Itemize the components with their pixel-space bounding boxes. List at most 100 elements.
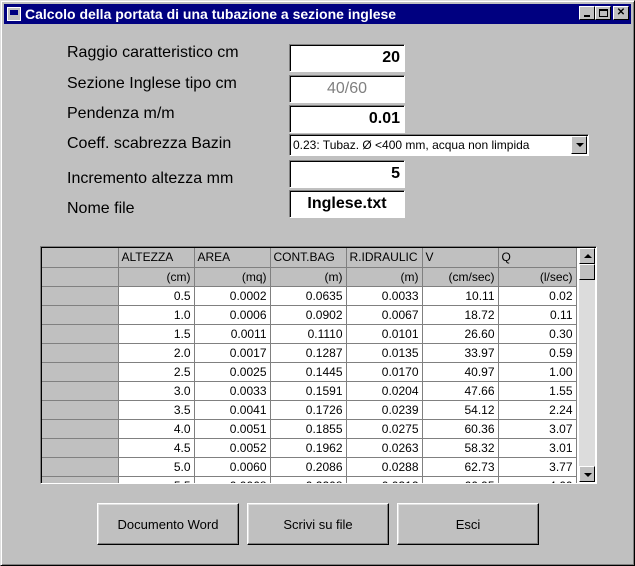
table-cell[interactable]: 0.0052 <box>194 438 271 458</box>
table-cell[interactable]: 58.32 <box>422 438 499 458</box>
col-header-q[interactable]: Q <box>498 248 577 268</box>
table-cell[interactable]: 1.5 <box>118 324 195 344</box>
table-cell[interactable]: 0.30 <box>498 324 577 344</box>
app-icon[interactable] <box>7 7 21 21</box>
table-cell[interactable]: 3.01 <box>498 438 577 458</box>
col-header-area[interactable]: AREA <box>194 248 271 268</box>
bazin-dropdown-button[interactable] <box>571 136 587 154</box>
col-header-contbag[interactable]: CONT.BAG <box>270 248 347 268</box>
nomefile-input[interactable]: Inglese.txt <box>289 190 405 218</box>
table-cell[interactable]: 62.73 <box>422 457 499 477</box>
row-header[interactable] <box>42 400 119 420</box>
save-to-file-button[interactable]: Scrivi su file <box>247 503 389 545</box>
table-cell[interactable]: 0.0263 <box>346 438 423 458</box>
table-cell[interactable]: 54.12 <box>422 400 499 420</box>
table-cell[interactable]: 2.5 <box>118 362 195 382</box>
title-bar[interactable]: Calcolo della portata di una tubazione a… <box>4 4 631 24</box>
table-cell[interactable]: 0.0067 <box>346 305 423 325</box>
row-header[interactable] <box>42 419 119 439</box>
table-cell[interactable]: 0.0275 <box>346 419 423 439</box>
table-cell[interactable]: 0.0170 <box>346 362 423 382</box>
table-cell[interactable]: 0.0204 <box>346 381 423 401</box>
pendenza-input[interactable]: 0.01 <box>289 105 405 133</box>
table-cell[interactable]: 2.0 <box>118 343 195 363</box>
table-row[interactable]: 0.5 0.0002 0.0635 0.0033 10.11 0.02 <box>42 286 577 306</box>
table-cell[interactable]: 0.0635 <box>270 286 347 306</box>
close-button[interactable]: ✕ <box>613 6 629 20</box>
table-cell[interactable]: 0.0006 <box>194 305 271 325</box>
table-cell[interactable]: 0.5 <box>118 286 195 306</box>
row-header[interactable] <box>42 286 119 306</box>
maximize-button[interactable] <box>595 6 611 20</box>
row-header[interactable] <box>42 305 119 325</box>
table-row[interactable]: 3.5 0.0041 0.1726 0.0239 54.12 2.24 <box>42 400 577 420</box>
table-cell[interactable]: 0.02 <box>498 286 577 306</box>
row-header[interactable] <box>42 381 119 401</box>
table-cell[interactable]: 1.00 <box>498 362 577 382</box>
table-row[interactable]: 4.0 0.0051 0.1855 0.0275 60.36 3.07 <box>42 419 577 439</box>
table-cell[interactable]: 0.1445 <box>270 362 347 382</box>
table-cell[interactable]: 0.2086 <box>270 457 347 477</box>
table-cell[interactable]: 0.1726 <box>270 400 347 420</box>
table-cell[interactable]: 0.2208 <box>270 476 347 483</box>
col-header-ridraulico[interactable]: R.IDRAULIC <box>346 248 423 268</box>
table-cell[interactable]: 18.72 <box>422 305 499 325</box>
table-cell[interactable]: 0.0033 <box>346 286 423 306</box>
table-cell[interactable]: 0.1287 <box>270 343 347 363</box>
table-cell[interactable]: 0.0033 <box>194 381 271 401</box>
table-cell[interactable]: 0.0312 <box>346 476 423 483</box>
table-cell[interactable]: 0.0017 <box>194 343 271 363</box>
row-header[interactable] <box>42 324 119 344</box>
table-row[interactable]: 4.5 0.0052 0.1962 0.0263 58.32 3.01 <box>42 438 577 458</box>
row-header[interactable] <box>42 457 119 477</box>
table-cell[interactable]: 0.1591 <box>270 381 347 401</box>
table-cell[interactable]: 0.1110 <box>270 324 347 344</box>
table-cell[interactable]: 0.0239 <box>346 400 423 420</box>
row-header[interactable] <box>42 343 119 363</box>
incremento-input[interactable]: 5 <box>289 160 405 188</box>
scroll-down-button[interactable] <box>579 466 595 482</box>
table-cell[interactable]: 40.97 <box>422 362 499 382</box>
table-cell[interactable]: 0.0011 <box>194 324 271 344</box>
table-cell[interactable]: 0.0068 <box>194 476 271 483</box>
vertical-scrollbar[interactable] <box>579 248 595 482</box>
table-row[interactable]: 2.0 0.0017 0.1287 0.0135 33.97 0.59 <box>42 343 577 363</box>
table-cell[interactable]: 0.59 <box>498 343 577 363</box>
word-document-button[interactable]: Documento Word <box>97 503 239 545</box>
table-cell[interactable]: 0.1855 <box>270 419 347 439</box>
table-cell[interactable]: 0.0060 <box>194 457 271 477</box>
table-cell[interactable]: 47.66 <box>422 381 499 401</box>
minimize-button[interactable] <box>579 6 595 20</box>
table-cell[interactable]: 1.55 <box>498 381 577 401</box>
col-header-v[interactable]: V <box>422 248 499 268</box>
table-cell[interactable]: 33.97 <box>422 343 499 363</box>
table-cell[interactable]: 2.24 <box>498 400 577 420</box>
table-row[interactable]: 1.0 0.0006 0.0902 0.0067 18.72 0.11 <box>42 305 577 325</box>
table-cell[interactable]: 3.77 <box>498 457 577 477</box>
table-cell[interactable]: 5.0 <box>118 457 195 477</box>
scroll-thumb[interactable] <box>579 264 595 280</box>
table-cell[interactable]: 0.0902 <box>270 305 347 325</box>
table-cell[interactable]: 0.0101 <box>346 324 423 344</box>
table-cell[interactable]: 5.5 <box>118 476 195 483</box>
table-cell[interactable]: 4.5 <box>118 438 195 458</box>
table-row[interactable]: 5.50.00680.22080.031266.954.60 <box>42 476 577 483</box>
table-cell[interactable]: 1.0 <box>118 305 195 325</box>
table-cell[interactable]: 0.0002 <box>194 286 271 306</box>
table-cell[interactable]: 3.0 <box>118 381 195 401</box>
table-cell[interactable]: 26.60 <box>422 324 499 344</box>
table-cell[interactable]: 0.0135 <box>346 343 423 363</box>
table-cell[interactable]: 0.0051 <box>194 419 271 439</box>
col-header-altezza[interactable]: ALTEZZA <box>118 248 195 268</box>
exit-button[interactable]: Esci <box>397 503 539 545</box>
table-row[interactable]: 3.0 0.0033 0.1591 0.0204 47.66 1.55 <box>42 381 577 401</box>
table-cell[interactable]: 60.36 <box>422 419 499 439</box>
table-cell[interactable]: 0.1962 <box>270 438 347 458</box>
table-cell[interactable]: 3.07 <box>498 419 577 439</box>
scroll-up-button[interactable] <box>579 248 595 264</box>
table-row[interactable]: 1.5 0.0011 0.1110 0.0101 26.60 0.30 <box>42 324 577 344</box>
row-header[interactable] <box>42 362 119 382</box>
table-cell[interactable]: 0.11 <box>498 305 577 325</box>
table-cell[interactable]: 0.0025 <box>194 362 271 382</box>
row-header[interactable] <box>42 438 119 458</box>
